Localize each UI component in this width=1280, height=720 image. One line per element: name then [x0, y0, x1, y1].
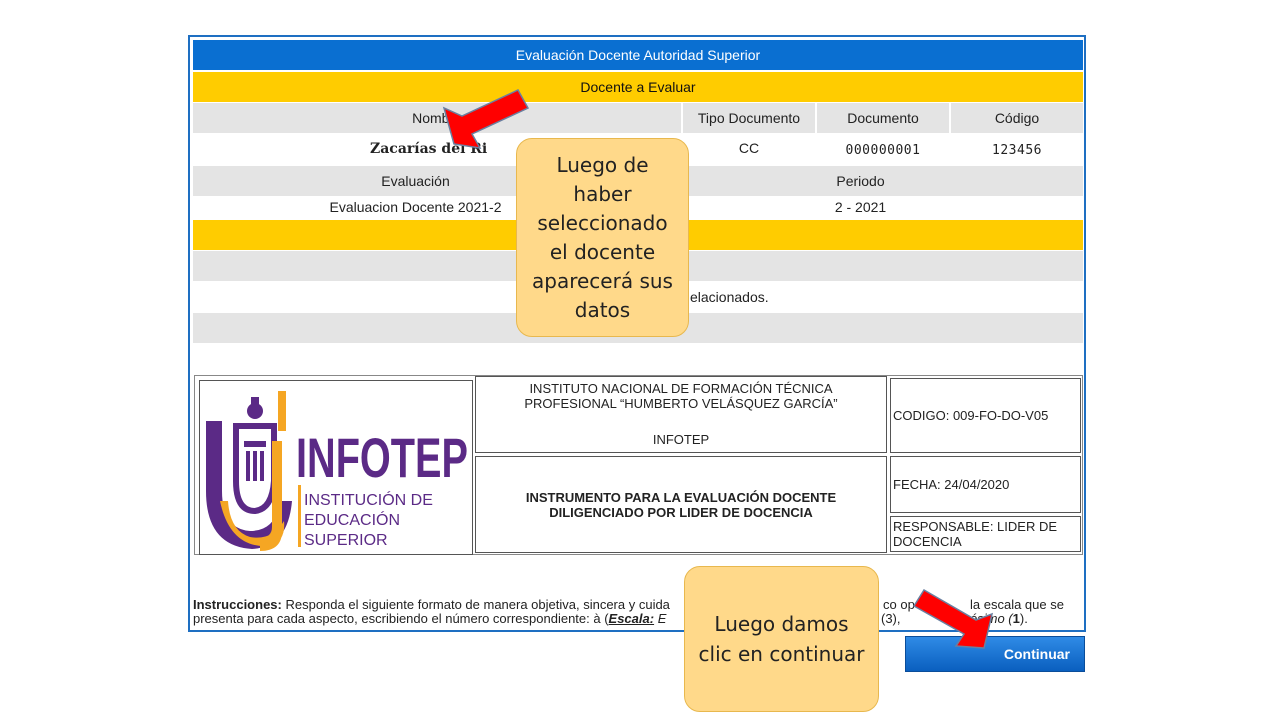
callout-top-line6: datos	[574, 297, 631, 322]
header-tipo-documento: Tipo Documento	[683, 103, 815, 133]
arrow-down-right-icon	[912, 588, 994, 649]
codigo-cell: CODIGO: 009-FO-DO-V05	[890, 378, 1081, 453]
callout-seleccion: Luego de haber seleccionado el docente a…	[516, 138, 689, 337]
institution-line1: INSTITUTO NACIONAL DE FORMACIÓN TÉCNICA	[529, 381, 833, 396]
callout-top-line4: el docente	[549, 239, 656, 264]
section-docente-header: Docente a Evaluar	[193, 72, 1083, 102]
callout-continuar: Luego damos clic en continuar	[684, 566, 879, 712]
instructions-line2: presenta para cada aspecto, escribiendo …	[193, 611, 609, 626]
logo-cell: INFOTEP INSTITUCIÓN DE EDUCACIÓN SUPERIO…	[199, 380, 473, 555]
escala-num: 1	[1012, 611, 1020, 626]
escala-mid: (3),	[881, 611, 901, 626]
responsable-cell: RESPONSABLE: LIDER DE DOCENCIA	[890, 516, 1081, 552]
callout-top-line5: aparecerá sus	[532, 268, 673, 293]
callout-top-line3: seleccionado	[537, 210, 668, 235]
docente-documento: 000000001	[845, 142, 921, 158]
institution-cell: INSTITUTO NACIONAL DE FORMACIÓN TÉCNICA …	[475, 376, 887, 453]
logo-sub1: INSTITUCIÓN DE	[304, 490, 433, 509]
document-header-table: INFOTEP INSTITUCIÓN DE EDUCACIÓN SUPERIO…	[194, 375, 1083, 555]
instructions-line1: Responda el siguiente formato de manera …	[281, 597, 670, 612]
header-periodo: Periodo	[836, 173, 885, 189]
header-documento: Documento	[817, 103, 949, 133]
infotep-logo: INFOTEP INSTITUCIÓN DE EDUCACIÓN SUPERIO…	[206, 391, 468, 551]
docente-tipo-documento: CC	[738, 140, 760, 156]
instrument-line2: DILIGENCIADO POR LIDER DE DOCENCIA	[549, 504, 813, 520]
fecha-cell: FECHA: 24/04/2020	[890, 456, 1081, 513]
callout-bottom-line1: Luego damos	[714, 612, 849, 636]
logo-sub3: SUPERIOR	[304, 532, 388, 549]
callout-top-line2: haber	[573, 181, 632, 206]
callout-bottom-line2: clic en continuar	[698, 642, 865, 666]
instrument-line1: INSTRUMENTO PARA LA EVALUACIÓN DOCENTE	[525, 489, 837, 505]
instrument-cell: INSTRUMENTO PARA LA EVALUACIÓN DOCENTE D…	[475, 456, 887, 553]
logo-sub2: EDUCACIÓN	[304, 510, 400, 529]
escala-label: Escala:	[608, 611, 655, 626]
header-codigo: Código	[951, 103, 1083, 133]
docente-codigo: 123456	[992, 142, 1042, 158]
callout-top-line1: Luego de	[556, 152, 649, 177]
instructions-label: Instrucciones:	[193, 597, 282, 612]
form-title: Evaluación Docente Autoridad Superior	[193, 40, 1083, 70]
institution-short: INFOTEP	[652, 432, 710, 447]
header-nombre: Nombre	[193, 103, 681, 133]
evaluacion-periodo: 2 - 2021	[834, 199, 887, 215]
escala-start: E	[654, 611, 667, 626]
escala-close: ).	[1019, 611, 1028, 626]
logo-wordmark: INFOTEP	[296, 426, 468, 489]
arrow-down-left-icon	[442, 89, 530, 149]
institution-line2: PROFESIONAL “HUMBERTO VELÁSQUEZ GARCÍA”	[524, 396, 838, 411]
relacionados-text-right: elacionados.	[690, 289, 769, 305]
